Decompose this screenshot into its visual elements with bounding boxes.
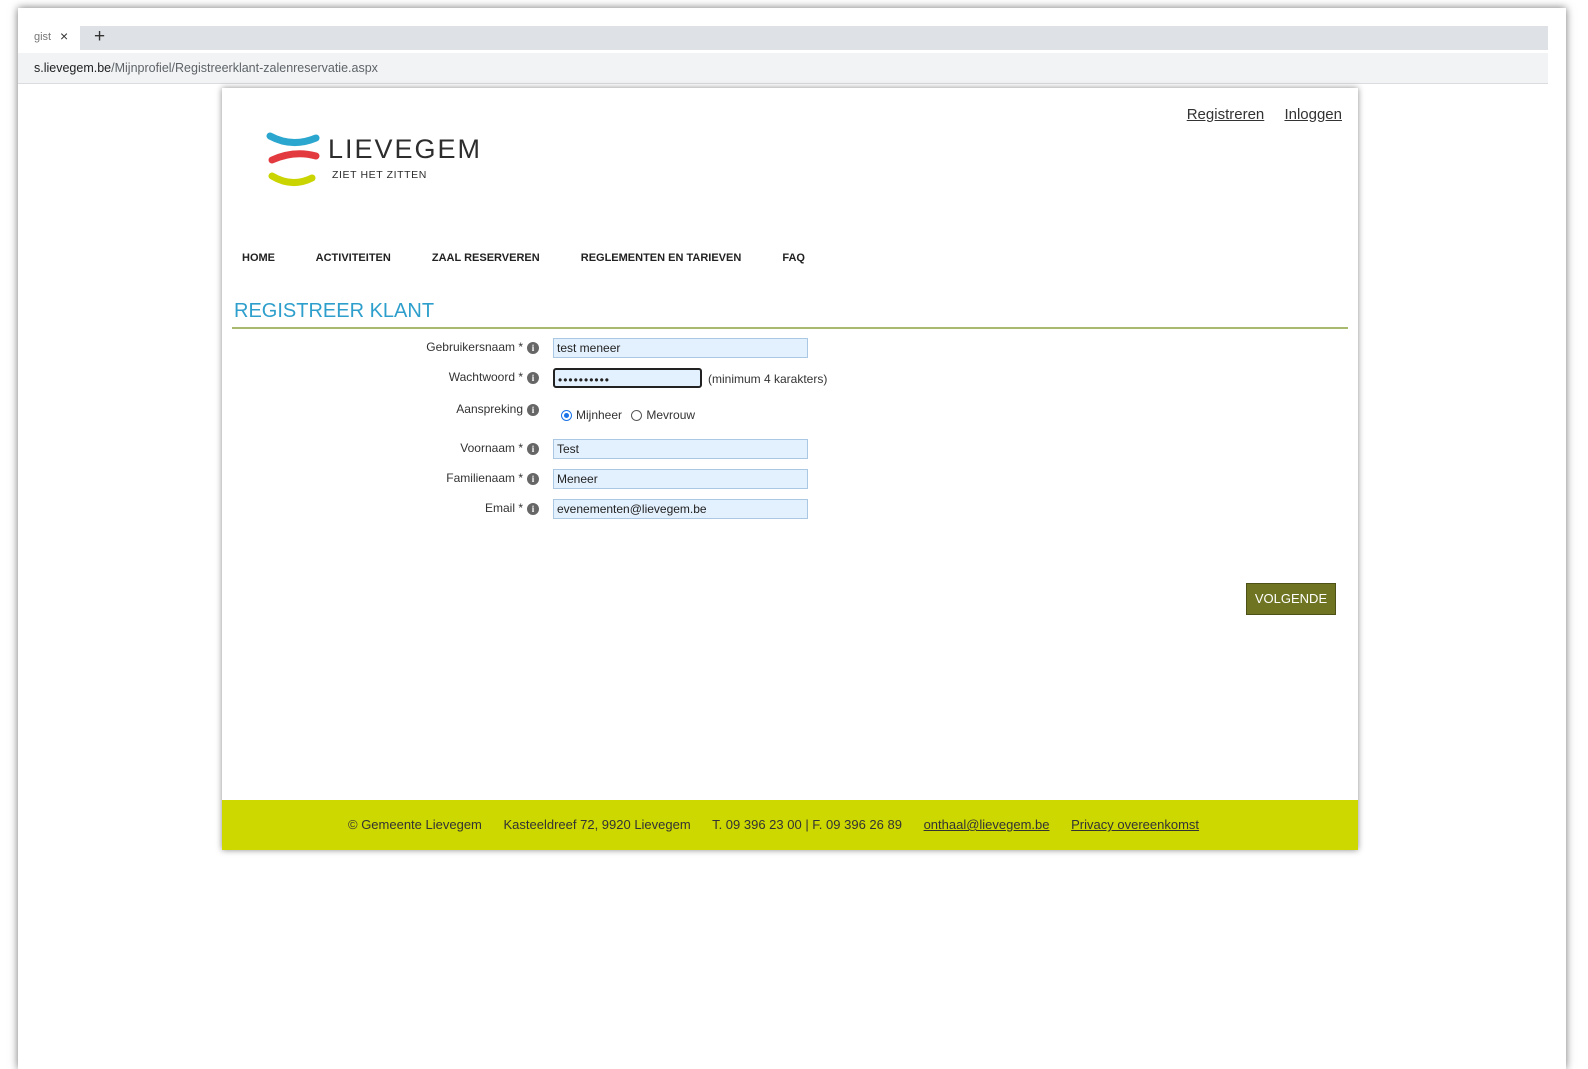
- web-page: Registreren Inloggen LIEVEGEM ZIET HET Z…: [222, 88, 1358, 850]
- nav-activiteiten[interactable]: ACTIVITEITEN: [316, 252, 391, 264]
- new-tab-icon[interactable]: +: [94, 26, 105, 48]
- footer-phone: T. 09 396 23 00 | F. 09 396 26 89: [712, 817, 902, 832]
- radio-checked-icon: [561, 410, 572, 421]
- logo-wordmark: LIEVEGEM: [328, 134, 483, 164]
- radio-label: Mevrouw: [646, 408, 696, 422]
- radio-unchecked-icon: [631, 410, 643, 421]
- email-input[interactable]: [553, 499, 808, 519]
- next-button[interactable]: VOLGENDE: [1246, 583, 1336, 615]
- nav-home[interactable]: HOME: [242, 252, 275, 264]
- logo-tagline: ZIET HET ZITTEN: [332, 169, 427, 181]
- nav-reglementen[interactable]: REGLEMENTEN EN TARIEVEN: [581, 252, 742, 264]
- nav-faq[interactable]: FAQ: [782, 252, 805, 264]
- radio-label: Mijnheer: [576, 408, 623, 422]
- footer-privacy-link[interactable]: Privacy overeenkomst: [1071, 817, 1199, 832]
- address-bar[interactable]: s.lievegem.be/Mijnprofiel/Registreerklan…: [18, 53, 1548, 84]
- firstname-label: Voornaam *: [460, 441, 523, 455]
- password-hint: (minimum 4 karakters): [708, 372, 828, 386]
- username-label: Gebruikersnaam *: [426, 340, 523, 354]
- info-icon[interactable]: i: [527, 342, 539, 354]
- url-text[interactable]: s.lievegem.be/Mijnprofiel/Registreerklan…: [34, 61, 378, 75]
- browser-tab[interactable]: gist ×: [18, 26, 80, 50]
- salutation-radios: Mijnheer Mevrouw: [561, 408, 695, 422]
- login-link[interactable]: Inloggen: [1284, 106, 1342, 123]
- radio-mevrouw[interactable]: Mevrouw: [631, 408, 695, 422]
- main-nav: HOME ACTIVITEITEN ZAAL RESERVEREN REGLEM…: [242, 252, 843, 264]
- salutation-label: Aanspreking: [456, 402, 523, 416]
- title-divider: [232, 327, 1348, 329]
- browser-window: gist × + s.lievegem.be/Mijnprofiel/Regis…: [18, 8, 1566, 1069]
- username-input[interactable]: [553, 338, 808, 358]
- password-input[interactable]: ••••••••••: [553, 368, 702, 388]
- radio-mijnheer[interactable]: Mijnheer: [561, 408, 622, 422]
- site-footer: © Gemeente Lievegem Kasteeldreef 72, 992…: [222, 800, 1358, 850]
- logo-waves-icon: [266, 132, 320, 186]
- close-tab-icon[interactable]: ×: [60, 28, 68, 44]
- lievegem-logo[interactable]: LIEVEGEM ZIET HET ZITTEN: [266, 128, 486, 188]
- lastname-label: Familienaam *: [446, 471, 523, 485]
- firstname-input[interactable]: [553, 439, 808, 459]
- info-icon[interactable]: i: [527, 404, 539, 416]
- footer-address: Kasteeldreef 72, 9920 Lievegem: [503, 817, 691, 832]
- info-icon[interactable]: i: [527, 503, 539, 515]
- info-icon[interactable]: i: [527, 372, 539, 384]
- password-label: Wachtwoord *: [448, 370, 523, 384]
- email-label: Email *: [484, 501, 523, 515]
- info-icon[interactable]: i: [527, 473, 539, 485]
- lastname-input[interactable]: [553, 469, 808, 489]
- page-title: REGISTREER KLANT: [234, 300, 435, 322]
- url-path: /Mijnprofiel/Registreerklant-zalenreserv…: [111, 61, 378, 75]
- footer-email-link[interactable]: onthaal@lievegem.be: [924, 817, 1050, 832]
- footer-copyright: © Gemeente Lievegem: [348, 817, 482, 832]
- info-icon[interactable]: i: [527, 443, 539, 455]
- account-links: Registreren Inloggen: [1171, 106, 1342, 123]
- register-link[interactable]: Registreren: [1187, 106, 1265, 123]
- url-host: s.lievegem.be: [34, 61, 112, 75]
- nav-zaal-reserveren[interactable]: ZAAL RESERVEREN: [432, 252, 540, 264]
- footer-content: © Gemeente Lievegem Kasteeldreef 72, 992…: [348, 817, 1217, 832]
- tab-strip: gist × +: [18, 26, 1548, 50]
- tab-title: gist: [34, 31, 52, 43]
